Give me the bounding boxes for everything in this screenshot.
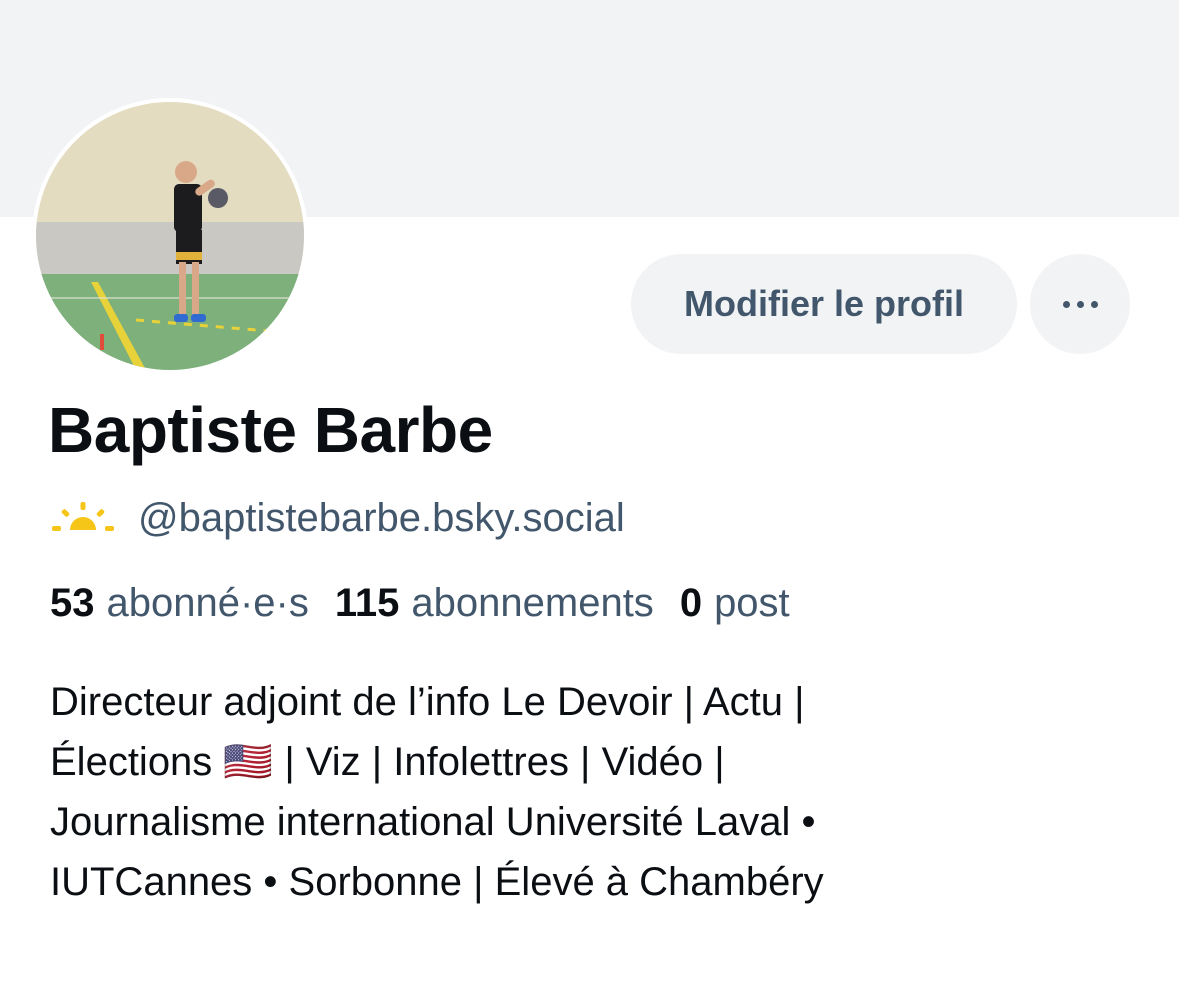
following-count: 115 [334, 581, 400, 625]
ellipsis-icon [1090, 300, 1098, 308]
display-name: Baptiste Barbe [48, 394, 493, 466]
avatar-photo [36, 102, 304, 370]
posts-label: post [714, 581, 790, 625]
posts-count: 0 [679, 581, 703, 625]
followers-stat[interactable]: 53 abonné·e·s [50, 581, 309, 626]
followers-count: 53 [50, 581, 95, 625]
edit-profile-button[interactable]: Modifier le profil [631, 254, 1017, 354]
profile-bio: Directeur adjoint de l’info Le Devoir | … [50, 680, 824, 904]
sun-horizon-icon [52, 502, 114, 531]
edit-profile-label: Modifier le profil [683, 283, 964, 324]
handle[interactable]: @baptistebarbe.bsky.social [138, 496, 625, 541]
avatar[interactable] [32, 98, 308, 374]
handle-row: @baptistebarbe.bsky.social [50, 493, 625, 543]
followers-label: abonné·e·s [106, 581, 309, 625]
following-stat[interactable]: 115 abonnements [335, 581, 654, 626]
following-label: abonnements [411, 581, 654, 625]
profile-stats: 53 abonné·e·s 115 abonnements 0 post [50, 581, 816, 626]
profile-page: Modifier le profil Baptiste Barbe @bapti… [0, 0, 1179, 983]
more-options-button[interactable] [1030, 254, 1130, 354]
posts-stat: 0 post [680, 581, 790, 626]
ellipsis-icon [1062, 300, 1070, 308]
ellipsis-icon [1076, 300, 1084, 308]
